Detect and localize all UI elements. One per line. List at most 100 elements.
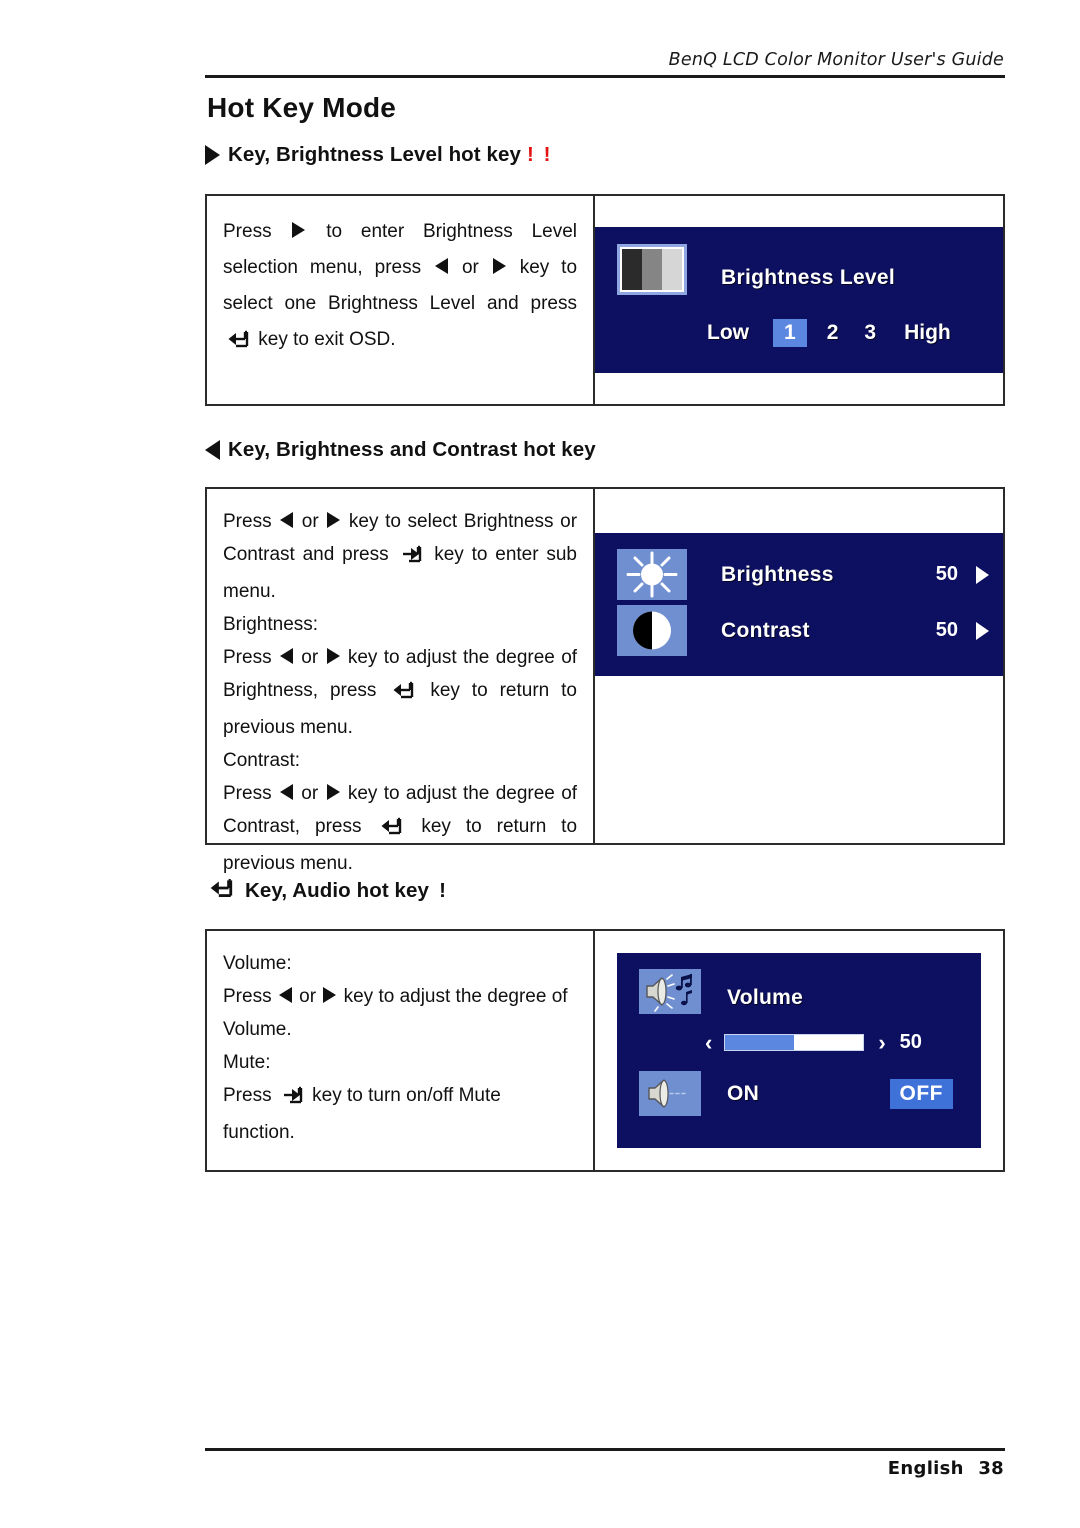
text-or: or [301, 783, 319, 804]
label-mute: Mute: [223, 1052, 271, 1073]
contrast-circle-icon [617, 605, 687, 656]
osd-row-contrast[interactable]: Contrast 50 [617, 605, 989, 656]
text-exit-osd: key to exit OSD. [258, 329, 396, 350]
instruction-text-audio: Volume: Press or key to adjust the degre… [207, 931, 593, 1159]
running-title: BenQ LCD Color Monitor User's Guide [668, 50, 1004, 70]
section-heading-label: Key, Brightness and Contrast hot key [228, 438, 596, 461]
section-heading-label: Key, Audio hot key [245, 879, 430, 902]
exit-key-icon [208, 877, 234, 905]
osd-row-volume-slider[interactable]: ‹ › 50 [705, 1031, 965, 1054]
table-cell-instructions: Press to enter Brightness Level selectio… [207, 196, 595, 404]
page-title: Hot Key Mode [207, 92, 397, 123]
text-press: Press [223, 511, 272, 532]
triangle-right-icon [292, 222, 306, 238]
text-or: or [461, 257, 479, 278]
table-cell-osd-brightness-contrast: Brightness 50 Contrast 50 [595, 489, 1003, 843]
text-or: or [299, 986, 317, 1007]
label-brightness: Brightness: [223, 614, 319, 635]
text-press: Press [223, 1085, 272, 1106]
triangle-left-icon [280, 512, 294, 528]
triangle-right-icon [326, 648, 340, 664]
osd-row-brightness[interactable]: Brightness 50 [617, 549, 989, 600]
osd-label-brightness: Brightness [721, 562, 834, 586]
section-heading-label: Key, Brightness Level hot key [228, 143, 522, 166]
document-page: BenQ LCD Color Monitor User's Guide Hot … [0, 0, 1080, 1528]
instruction-text-brightness-level: Press to enter Brightness Level selectio… [207, 196, 593, 372]
level-option-1[interactable]: 1 [773, 319, 807, 347]
osd-level-selector[interactable]: Low 1 2 3 High [707, 319, 951, 347]
footer-page-number: 38 [978, 1458, 1004, 1479]
text-press: Press [223, 986, 272, 1007]
text-press: Press [223, 647, 272, 668]
triangle-right-icon [205, 145, 220, 165]
osd-title-brightness-level: Brightness Level [721, 265, 896, 289]
text-press: Press [223, 783, 272, 804]
chevron-left-icon[interactable]: ‹ [705, 1031, 712, 1054]
triangle-right-icon [326, 784, 340, 800]
attention-marks: ! [439, 879, 446, 902]
volume-slider[interactable] [724, 1034, 865, 1051]
instruction-text-brightness-contrast: Press or key to select Brightness or Con… [207, 489, 593, 890]
osd-row-mute[interactable]: ON OFF [639, 1071, 959, 1116]
section-heading-brightness-level: Key, Brightness Level hot key ! ! [205, 143, 552, 167]
triangle-left-icon [279, 648, 293, 664]
table-cell-osd-audio: Volume ‹ › 50 ON OFF [595, 931, 1003, 1170]
triangle-left-icon [278, 987, 292, 1003]
level-high-label: High [904, 321, 951, 344]
text-press: Press [223, 221, 272, 242]
text-or: or [301, 511, 319, 532]
text-or: or [301, 647, 319, 668]
triangle-left-icon [205, 440, 220, 460]
footer-page-label: English 38 [205, 1451, 1005, 1479]
triangle-left-icon [279, 784, 293, 800]
page-footer: English 38 [205, 1448, 1005, 1479]
osd-row-volume[interactable]: Volume [639, 969, 803, 1014]
header-divider [205, 75, 1005, 78]
table-audio: Volume: Press or key to adjust the degre… [205, 929, 1005, 1172]
exit-key-icon [379, 814, 403, 847]
triangle-right-icon [327, 512, 341, 528]
chevron-right-icon[interactable]: › [878, 1031, 885, 1054]
osd-panel-audio: Volume ‹ › 50 ON OFF [617, 953, 981, 1148]
section-heading-brightness-contrast: Key, Brightness and Contrast hot key [205, 438, 596, 462]
footer-language: English [887, 1458, 964, 1479]
triangle-left-icon [435, 258, 449, 274]
osd-panel-brightness-contrast: Brightness 50 Contrast 50 [595, 533, 1003, 676]
mute-on-label[interactable]: ON [727, 1082, 759, 1106]
speaker-mute-icon [639, 1071, 701, 1116]
table-brightness-level: Press to enter Brightness Level selectio… [205, 194, 1005, 406]
attention-marks: ! ! [527, 143, 553, 166]
section-heading-audio: Key, Audio hot key ! [205, 877, 446, 905]
table-cell-instructions: Volume: Press or key to adjust the degre… [207, 931, 595, 1170]
exit-key-icon [226, 326, 250, 362]
page-header: BenQ LCD Color Monitor User's Guide [205, 50, 1005, 78]
table-cell-osd-brightness-level: Brightness Level Low 1 2 3 High [595, 196, 1003, 404]
chevron-right-icon[interactable] [976, 621, 989, 640]
osd-row-brightness-level: Brightness Level [617, 244, 895, 295]
text-adjust-volume: key to adjust the degree of Volume. [223, 986, 568, 1040]
table-brightness-contrast: Press or key to select Brightness or Con… [205, 487, 1005, 874]
osd-value-contrast: 50 [935, 619, 958, 641]
level-option-2[interactable]: 2 [827, 321, 839, 345]
enter-key-icon [280, 1083, 304, 1116]
label-volume: Volume: [223, 953, 292, 974]
label-contrast: Contrast: [223, 750, 301, 771]
triangle-right-icon [492, 258, 506, 274]
level-option-3[interactable]: 3 [864, 321, 876, 345]
mute-off-option[interactable]: OFF [889, 1078, 953, 1109]
volume-value: 50 [899, 1031, 922, 1053]
grayscale-icon [617, 244, 687, 295]
table-cell-instructions: Press or key to select Brightness or Con… [207, 489, 595, 874]
speaker-music-icon [639, 969, 701, 1014]
triangle-right-icon [323, 987, 337, 1003]
osd-value-brightness: 50 [935, 563, 958, 585]
osd-label-contrast: Contrast [721, 618, 810, 642]
sun-icon [617, 549, 687, 600]
level-low-label: Low [707, 321, 749, 344]
exit-key-icon [391, 678, 415, 711]
enter-key-icon [399, 542, 423, 575]
chevron-right-icon[interactable] [976, 565, 989, 584]
volume-slider-fill [725, 1035, 795, 1050]
osd-label-volume: Volume [727, 985, 804, 1009]
osd-panel-brightness-level: Brightness Level Low 1 2 3 High [595, 227, 1003, 373]
